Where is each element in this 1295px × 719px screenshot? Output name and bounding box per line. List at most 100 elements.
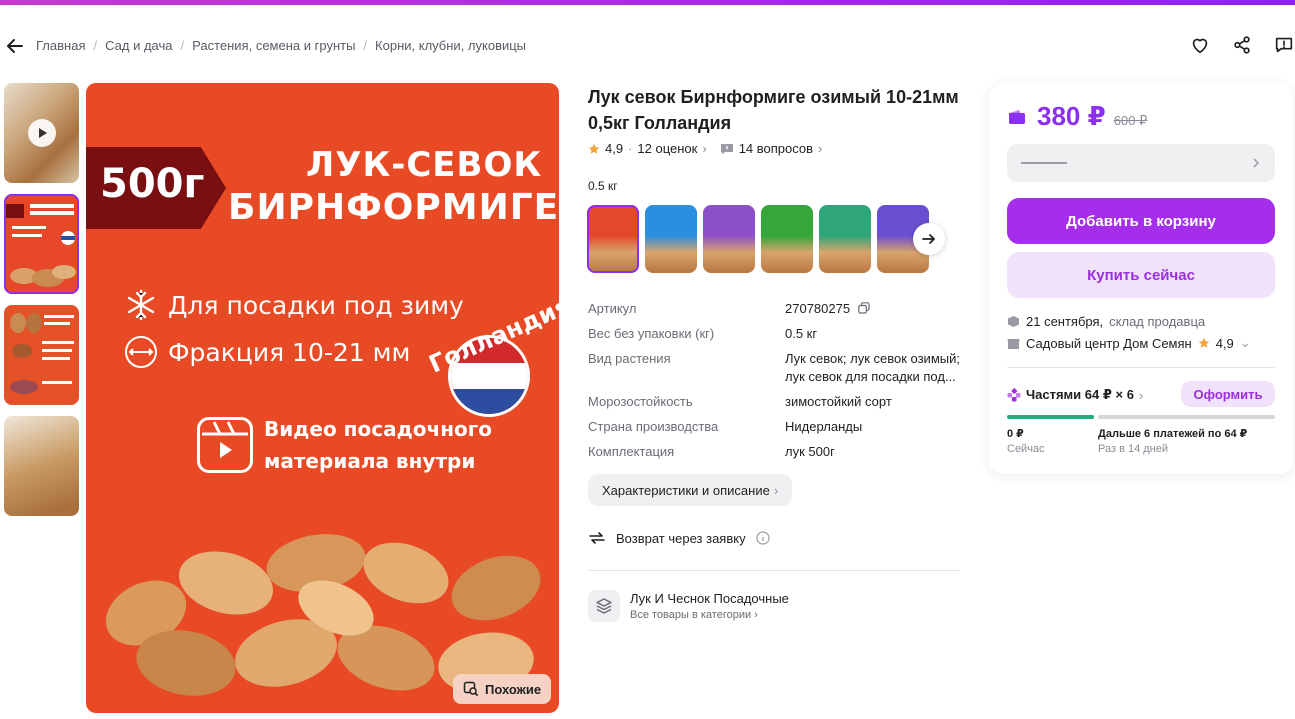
questions-link[interactable]: 14 вопросов (739, 141, 813, 156)
shop-icon (1007, 338, 1020, 349)
pay-later-label: Раз в 14 дней (1098, 443, 1169, 455)
hero-feature-size: Фракция 10-21 мм (124, 335, 410, 369)
snowflake-icon (127, 289, 155, 321)
rating-value: 4,9 (605, 141, 624, 156)
variants-next-arrow-icon[interactable] (913, 223, 945, 255)
share-icon[interactable] (1231, 34, 1253, 56)
variant-swatch[interactable] (645, 205, 697, 273)
product-title: Лук севок Бирнформиге озимый 10-21мм 0,5… (588, 87, 959, 133)
hero-feature-winter: Для посадки под зиму (124, 288, 464, 322)
installments-link[interactable]: Частями 64 ₽ × 6 › (1007, 387, 1143, 403)
pay-later-amount: Дальше 6 платежей по 64 ₽ (1098, 428, 1248, 440)
chevron-right-icon: › (1138, 387, 1144, 403)
spec-value: 270780275 (785, 300, 965, 318)
thumbnail-main-art (4, 204, 76, 287)
buybox-divider (1007, 367, 1275, 368)
hero-feature-2-text: Фракция 10-21 мм (168, 337, 411, 367)
current-price: 380 ₽ (1037, 101, 1106, 131)
spec-value: лук 500г (785, 444, 835, 459)
return-policy: Возврат через заявку (588, 529, 770, 547)
hero-video-text: Видео посадочного материала внутри (264, 413, 492, 477)
box-icon (1008, 316, 1019, 327)
thumbnail-main[interactable] (4, 194, 79, 294)
copy-icon[interactable] (857, 302, 870, 314)
chevron-right-icon: › (702, 141, 707, 156)
installments-text: Частями 64 ₽ × 6 (1026, 387, 1134, 402)
spec-row-weight: Вес без упаковки (кг) 0.5 кг (588, 325, 968, 343)
breadcrumb-separator: / (363, 37, 368, 53)
variant-swatch[interactable] (703, 205, 755, 273)
spec-row-contents: Комплектация лук 500г (588, 443, 968, 461)
report-icon[interactable] (1273, 34, 1295, 56)
installments-apply-button[interactable]: Оформить (1181, 381, 1275, 407)
thumbnail-info[interactable] (4, 305, 79, 405)
dot-separator: · (628, 141, 633, 156)
star-icon (1198, 337, 1210, 348)
reviews-link[interactable]: 12 оценок (637, 141, 697, 156)
spec-value: зимостойкий сорт (785, 394, 892, 409)
price-row: 380 ₽ 600 ₽ (1007, 101, 1147, 132)
category-stack-icon (588, 590, 620, 622)
spec-value-text: 270780275 (785, 301, 851, 316)
chevron-right-icon: › (818, 141, 823, 156)
question-icon (720, 143, 733, 154)
spec-value: 0.5 кг (785, 326, 818, 341)
similar-button[interactable]: Похожие (453, 674, 552, 704)
variant-swatch[interactable] (587, 205, 639, 273)
similar-button-label: Похожие (485, 681, 542, 697)
diameter-icon (125, 336, 157, 368)
hero-headline-1: ЛУК-СЕВОК (306, 145, 543, 185)
back-arrow-icon[interactable] (5, 36, 25, 56)
breadcrumb-bulbs[interactable]: Корни, клубни, луковицы (375, 38, 526, 53)
spec-value: Лук севок; лук севок озимый; лук севок д… (785, 351, 960, 384)
variant-swatch[interactable] (819, 205, 871, 273)
breadcrumb-separator: / (93, 37, 98, 53)
star-icon (588, 143, 600, 154)
breadcrumb-plants[interactable]: Растения, семена и грунты (192, 38, 355, 53)
seller-name: Садовый центр Дом Семян (1026, 335, 1192, 351)
hero-video-line-1: Видео посадочного (264, 417, 492, 441)
characteristics-button[interactable]: Характеристики и описание › (588, 474, 793, 506)
breadcrumb-home[interactable]: Главная (36, 38, 85, 53)
category-all-link[interactable]: Все товары в категории › (630, 609, 789, 621)
buy-now-button[interactable]: Купить сейчас (1007, 252, 1275, 298)
return-arrows-icon (589, 532, 605, 544)
spec-key: Артикул (588, 301, 637, 316)
hero-headline-2: БИРНФОРМИГЕ (228, 187, 559, 228)
variant-swatch[interactable] (761, 205, 813, 273)
spec-key: Морозостойкость (588, 394, 693, 409)
spec-key: Вид растения (588, 351, 671, 366)
pay-now-label: Сейчас (1007, 443, 1045, 455)
category-text: Лук И Чеснок Посадочные Все товары в кат… (630, 591, 789, 621)
info-icon[interactable] (755, 531, 770, 545)
option-select[interactable] (1007, 144, 1275, 182)
seller-info[interactable]: Садовый центр Дом Семян 4,9 ⌄ (1007, 335, 1251, 351)
hero-feature-1-text: Для посадки под зиму (168, 290, 464, 320)
category-all-text: Все товары в категории (630, 609, 752, 621)
top-actions (1189, 34, 1295, 56)
spec-row-country: Страна производства Нидерланды (588, 418, 968, 436)
info-divider (588, 570, 960, 571)
play-icon (28, 119, 56, 147)
spec-key: Страна производства (588, 419, 719, 434)
variant-list (587, 205, 929, 273)
category-link[interactable]: Лук И Чеснок Посадочные Все товары в кат… (588, 590, 789, 622)
product-main-image[interactable]: 500г ЛУК-СЕВОК БИРНФОРМИГЕ Для посадки п… (86, 83, 559, 713)
add-to-cart-button[interactable]: Добавить в корзину (1007, 198, 1275, 244)
thumbnail-video[interactable] (4, 83, 79, 183)
breadcrumb-garden[interactable]: Сад и дача (105, 38, 172, 53)
top-accent-bar (0, 0, 1295, 5)
spec-key: Комплектация (588, 444, 675, 459)
delivery-source: склад продавца (1109, 314, 1206, 329)
wallet-icon (1009, 109, 1025, 124)
spec-row-frost: Морозостойкость зимостойкий сорт (588, 393, 968, 411)
characteristics-button-label: Характеристики и описание (602, 482, 770, 498)
installment-progress-remaining (1098, 415, 1275, 419)
return-policy-text: Возврат через заявку (616, 530, 746, 546)
thumbnail-box[interactable] (4, 416, 79, 516)
category-name: Лук И Чеснок Посадочные (630, 591, 789, 606)
rating-row: 4,9 · 12 оценок › 14 вопросов › (588, 141, 822, 156)
heart-icon[interactable] (1189, 34, 1211, 56)
breadcrumb-separator: / (180, 37, 185, 53)
weight-badge-text: 500г (100, 161, 205, 207)
